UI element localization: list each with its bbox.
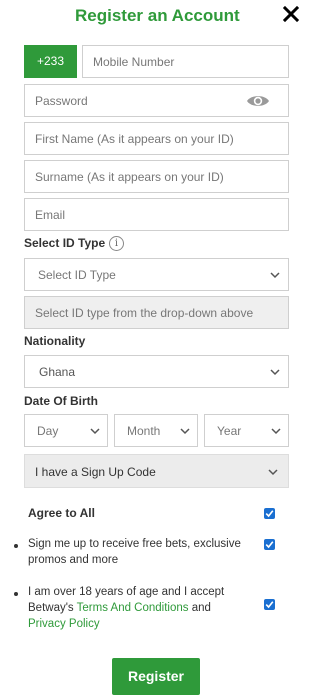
close-icon[interactable] [283,6,301,24]
password-field[interactable]: Password [24,84,289,117]
info-icon[interactable]: i [109,236,124,251]
first-name-field[interactable]: First Name (As it appears on your ID) [24,122,289,155]
chevron-down-icon [270,369,280,376]
nationality-select[interactable]: Ghana [24,355,289,388]
chevron-down-icon [90,428,100,435]
modal-header: Register an Account [0,0,312,34]
id-number-field: Select ID type from the drop-down above [24,296,289,329]
id-type-select-value: Select ID Type [38,268,116,282]
dob-month-select[interactable]: Month [114,414,198,447]
dob-label: Date Of Birth [24,394,99,408]
agree-all-label: Agree to All [28,506,95,520]
check-icon [265,541,274,549]
email-field[interactable]: Email [24,198,289,231]
agree-all-checkbox[interactable] [264,508,275,519]
free-bets-text: Sign me up to receive free bets, exclusi… [28,538,241,566]
chevron-down-icon [270,272,280,279]
country-code-prefix[interactable]: +233 [24,45,77,78]
first-name-placeholder: First Name (As it appears on your ID) [35,132,234,146]
eye-icon[interactable] [246,93,270,109]
surname-field[interactable]: Surname (As it appears on your ID) [24,160,289,193]
id-type-select[interactable]: Select ID Type [24,258,289,291]
check-icon [265,601,274,609]
dob-day-select[interactable]: Day [24,414,108,447]
dob-month-value: Month [127,424,161,438]
nationality-value: Ghana [39,365,76,379]
check-icon [265,510,274,518]
free-bets-checkbox[interactable] [264,539,275,550]
chevron-down-icon [271,428,281,435]
chevron-down-icon [268,469,278,476]
chevron-down-icon [180,428,190,435]
age-terms-text: I am over 18 years of age and I accept B… [28,584,258,632]
age-terms-checkbox[interactable] [264,599,275,610]
bullet [14,544,18,548]
dob-year-select[interactable]: Year [204,414,289,447]
dob-day-value: Day [37,424,59,438]
email-placeholder: Email [35,208,66,222]
mobile-number-field[interactable]: Mobile Number [82,45,289,78]
id-number-placeholder: Select ID type from the drop-down above [35,306,254,320]
signup-code-label: I have a Sign Up Code [35,465,156,479]
privacy-policy-link[interactable]: Privacy Policy [28,618,100,630]
nationality-label: Nationality [24,334,86,348]
id-type-label: Select ID Type [24,236,106,250]
and-text: and [188,602,211,614]
dob-year-value: Year [217,424,242,438]
register-button[interactable]: Register [112,658,200,695]
password-placeholder: Password [35,94,88,108]
surname-placeholder: Surname (As it appears on your ID) [35,170,224,184]
bullet [14,592,18,596]
page-title: Register an Account [75,6,240,25]
signup-code-toggle[interactable]: I have a Sign Up Code [24,454,289,488]
mobile-number-placeholder: Mobile Number [93,55,175,69]
terms-link[interactable]: Terms And Conditions [77,602,189,614]
